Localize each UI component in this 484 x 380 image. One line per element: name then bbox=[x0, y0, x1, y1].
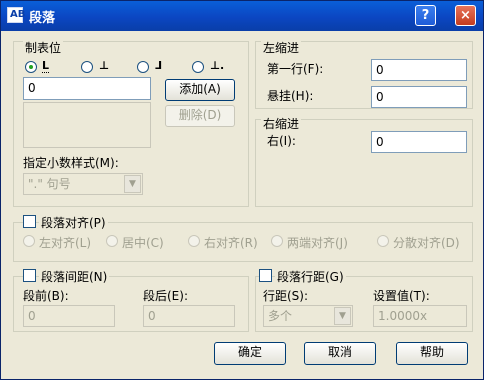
help-title-button[interactable]: ? bbox=[415, 5, 436, 26]
add-button[interactable]: 添加(A) bbox=[165, 79, 235, 101]
ok-button[interactable]: 确定 bbox=[214, 342, 286, 365]
right-tab-icon: ⅃ bbox=[155, 59, 163, 72]
left-tab-icon: L bbox=[42, 59, 50, 73]
tabstop-input[interactable]: 0 bbox=[23, 77, 151, 100]
before-input[interactable]: 0 bbox=[23, 305, 115, 327]
close-icon: × bbox=[460, 8, 471, 23]
right-indent-title: 右缩进 bbox=[261, 115, 302, 132]
alignment-title: 段落对齐(P) bbox=[39, 214, 108, 231]
line-spacing-label: 行距(S): bbox=[263, 289, 309, 303]
chevron-down-icon: ▼ bbox=[124, 175, 141, 193]
alignment-checkbox[interactable] bbox=[23, 215, 36, 228]
align-left-radio[interactable] bbox=[23, 235, 35, 247]
tab-center-radio[interactable] bbox=[81, 61, 93, 73]
center-tab-icon: ⊥ bbox=[99, 59, 110, 72]
before-label: 段前(B): bbox=[23, 289, 69, 303]
decimal-tab-icon: ⊥. bbox=[210, 59, 225, 72]
chevron-down-icon: ▼ bbox=[334, 307, 351, 325]
tabstop-list[interactable] bbox=[23, 102, 151, 148]
after-label: 段后(E): bbox=[143, 289, 188, 303]
set-value-input[interactable]: 1.0000x bbox=[373, 305, 467, 327]
app-icon: AB bbox=[7, 7, 26, 23]
question-icon: ? bbox=[421, 8, 430, 23]
align-right-radio[interactable] bbox=[188, 235, 200, 247]
align-justify-radio[interactable] bbox=[271, 235, 283, 247]
align-distribute-label: 分散对齐(D) bbox=[393, 236, 460, 250]
help-button[interactable]: 帮助 bbox=[396, 342, 468, 365]
line-spacing-value: 多个 bbox=[268, 309, 293, 323]
decimal-style-value: "." 句号 bbox=[28, 177, 71, 191]
align-distribute-radio[interactable] bbox=[377, 235, 389, 247]
line-spacing-select[interactable]: 多个 ▼ bbox=[263, 305, 353, 327]
align-center-label: 居中(C) bbox=[122, 236, 164, 250]
after-input[interactable]: 0 bbox=[143, 305, 235, 327]
paragraph-dialog: AB 段落 ? × 制表位 L ⊥ ⅃ ⊥. 0 添加(A) 删除(D) 指定小… bbox=[0, 0, 484, 380]
align-justify-label: 两端对齐(J) bbox=[287, 236, 348, 250]
decimal-style-label: 指定小数样式(M): bbox=[23, 156, 119, 170]
tab-left-radio[interactable] bbox=[25, 61, 37, 73]
line-spacing-title: 段落行距(G) bbox=[275, 268, 346, 285]
set-value-label: 设置值(T): bbox=[373, 289, 430, 303]
align-right-label: 右对齐(R) bbox=[204, 236, 258, 250]
align-left-label: 左对齐(L) bbox=[39, 236, 92, 250]
hanging-input[interactable]: 0 bbox=[371, 86, 467, 108]
title-bar[interactable]: AB 段落 ? × bbox=[1, 1, 483, 31]
app-icon-text: AB bbox=[10, 9, 26, 20]
spacing-title: 段落间距(N) bbox=[39, 268, 110, 285]
close-button[interactable]: × bbox=[455, 5, 476, 26]
tab-decimal-radio[interactable] bbox=[192, 61, 204, 73]
delete-button[interactable]: 删除(D) bbox=[165, 105, 235, 127]
decimal-style-select[interactable]: "." 句号 ▼ bbox=[23, 173, 143, 195]
hanging-label: 悬挂(H): bbox=[267, 89, 314, 103]
first-line-input[interactable]: 0 bbox=[371, 59, 467, 81]
line-spacing-checkbox[interactable] bbox=[259, 269, 272, 282]
spacing-checkbox[interactable] bbox=[23, 269, 36, 282]
first-line-label: 第一行(F): bbox=[267, 62, 324, 76]
window-title: 段落 bbox=[29, 11, 56, 26]
tabstops-title: 制表位 bbox=[23, 39, 64, 56]
right-indent-input[interactable]: 0 bbox=[371, 131, 467, 153]
right-label: 右(I): bbox=[267, 134, 296, 148]
tab-right-radio[interactable] bbox=[137, 61, 149, 73]
cancel-button[interactable]: 取消 bbox=[304, 342, 376, 365]
align-center-radio[interactable] bbox=[106, 235, 118, 247]
left-indent-title: 左缩进 bbox=[261, 39, 302, 56]
